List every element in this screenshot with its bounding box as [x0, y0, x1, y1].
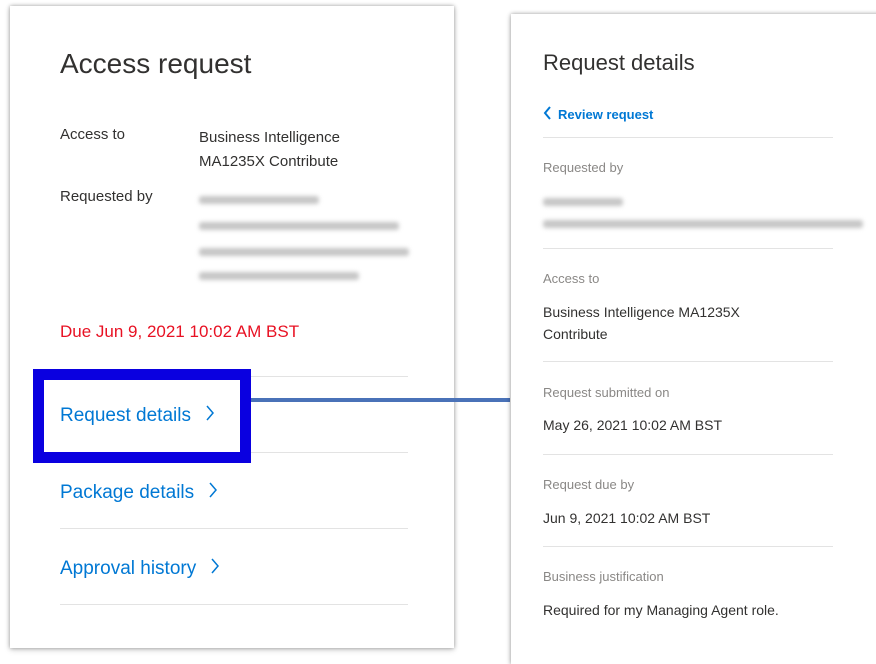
request-submitted-value: May 26, 2021 10:02 AM BST	[543, 417, 722, 433]
divider	[543, 546, 833, 547]
annotation-highlight-box	[33, 369, 251, 463]
package-details-label: Package details	[60, 482, 195, 503]
redacted-email	[199, 222, 399, 230]
request-submitted-label: Request submitted on	[543, 385, 670, 400]
request-due-value: Jun 9, 2021 10:02 AM BST	[543, 510, 711, 526]
package-details-link[interactable]: Package details	[60, 481, 218, 505]
approval-history-label: Approval history	[60, 558, 197, 579]
review-request-label: Review request	[558, 107, 654, 122]
divider	[543, 137, 833, 138]
divider	[543, 248, 833, 249]
request-details-panel: Request details Review request Requested…	[511, 14, 876, 664]
access-to-value-line2: MA1235X Contribute	[199, 153, 339, 170]
request-due-label: Request due by	[543, 477, 635, 492]
access-to-label: Access to	[543, 271, 600, 286]
redacted-details	[199, 248, 409, 256]
access-to-value-line1: Business Intelligence MA1235X	[543, 304, 740, 320]
access-to-value-line2: Contribute	[543, 326, 608, 342]
redacted-details	[199, 272, 359, 280]
review-request-back-link[interactable]: Review request	[543, 106, 653, 123]
access-to-value-line1: Business Intelligence	[199, 129, 340, 146]
annotation-connector-line	[240, 398, 510, 402]
chevron-right-icon	[208, 481, 218, 505]
due-date-warning: Due Jun 9, 2021 10:02 AM BST	[60, 322, 300, 341]
business-justification-label: Business justification	[543, 569, 664, 584]
divider	[543, 454, 833, 455]
request-details-title: Request details	[543, 50, 695, 75]
access-to-label: Access to	[60, 126, 126, 143]
divider	[60, 604, 408, 605]
redacted-name	[543, 198, 623, 206]
redacted-email	[543, 220, 863, 228]
business-justification-value: Required for my Managing Agent role.	[543, 602, 779, 618]
requested-by-label: Requested by	[543, 160, 624, 175]
approval-history-link[interactable]: Approval history	[60, 557, 220, 581]
chevron-left-icon	[543, 106, 552, 123]
access-request-title: Access request	[60, 48, 252, 79]
chevron-right-icon	[210, 557, 220, 581]
divider	[543, 361, 833, 362]
requested-by-label: Requested by	[60, 188, 153, 205]
divider	[60, 528, 408, 529]
access-request-card: Access request Access to Business Intell…	[10, 6, 454, 648]
redacted-name	[199, 196, 319, 204]
